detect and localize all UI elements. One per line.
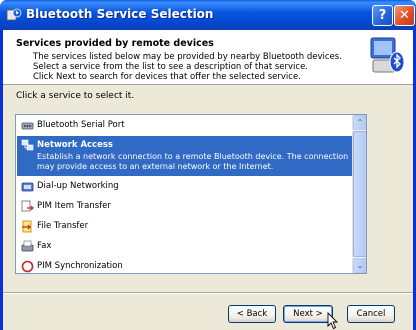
list-item-label: Network Access bbox=[37, 140, 113, 150]
scroll-up-button[interactable]: ⌃ bbox=[353, 115, 366, 130]
vertical-scrollbar[interactable]: ⌃ ⌄ bbox=[352, 115, 366, 273]
header-title: Services provided by remote devices bbox=[16, 38, 214, 49]
service-description: may provide access to an external networ… bbox=[37, 162, 274, 171]
header-description-line: Click Next to search for devices that of… bbox=[33, 72, 301, 82]
service-list[interactable]: Bluetooth Serial Port Network Access Est… bbox=[15, 114, 367, 274]
list-item-label: PIM Synchronization bbox=[37, 261, 123, 271]
header-description-line: Select a service from the list to see a … bbox=[33, 62, 309, 72]
list-item-label: Dial-up Networking bbox=[37, 181, 119, 191]
help-button[interactable]: ? bbox=[372, 5, 393, 26]
header-description-line: The services listed below may be provide… bbox=[33, 52, 342, 62]
cancel-button[interactable]: Cancel bbox=[347, 305, 395, 323]
instruction-text: Click a service to select it. bbox=[16, 91, 135, 101]
scroll-thumb[interactable] bbox=[353, 131, 366, 257]
close-button[interactable]: ✕ bbox=[394, 5, 415, 26]
dialup-icon bbox=[21, 182, 34, 192]
list-item-label: Fax bbox=[37, 241, 52, 251]
mouse-pointer-icon bbox=[327, 312, 339, 330]
service-description: Establish a network connection to a remo… bbox=[37, 152, 349, 161]
serial-port-icon bbox=[21, 122, 34, 130]
divider bbox=[3, 292, 413, 294]
list-item[interactable]: Fax bbox=[17, 237, 352, 257]
list-item-selected[interactable]: Network Access Establish a network conne… bbox=[17, 136, 352, 176]
file-transfer-icon bbox=[22, 220, 32, 233]
back-button[interactable]: < Back bbox=[228, 305, 276, 323]
pim-sync-icon bbox=[21, 260, 34, 273]
list-item[interactable]: Dial-up Networking bbox=[17, 177, 352, 197]
window-title: Bluetooth Service Selection bbox=[26, 7, 214, 21]
next-button[interactable]: Next > bbox=[283, 305, 333, 323]
pim-transfer-icon bbox=[21, 200, 34, 212]
wizard-header: Services provided by remote devices The … bbox=[3, 30, 413, 85]
list-item[interactable]: File Transfer bbox=[17, 217, 352, 237]
fax-icon bbox=[21, 240, 34, 252]
list-item-label: File Transfer bbox=[37, 221, 89, 231]
list-item[interactable]: PIM Synchronization bbox=[17, 257, 352, 273]
list-item[interactable]: PIM Item Transfer bbox=[17, 197, 352, 217]
list-item-label: PIM Item Transfer bbox=[37, 201, 111, 211]
dialog-body: Services provided by remote devices The … bbox=[3, 30, 413, 330]
bluetooth-service-icon bbox=[6, 8, 22, 21]
dialog-window: Bluetooth Service Selection ? ✕ Services… bbox=[0, 0, 416, 330]
list-item[interactable]: Bluetooth Serial Port bbox=[17, 116, 352, 136]
network-icon bbox=[21, 139, 34, 151]
title-bar[interactable]: Bluetooth Service Selection ? ✕ bbox=[0, 0, 416, 30]
list-item-label: Bluetooth Serial Port bbox=[37, 120, 125, 130]
scroll-down-button[interactable]: ⌄ bbox=[353, 258, 366, 273]
bluetooth-computer-icon bbox=[370, 37, 405, 73]
